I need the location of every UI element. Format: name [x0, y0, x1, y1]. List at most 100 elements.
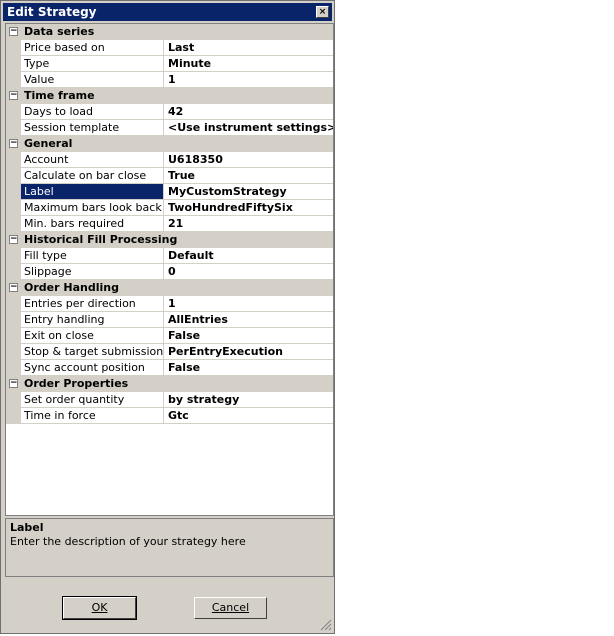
collapse-icon[interactable]: − — [9, 139, 18, 148]
category-row[interactable]: − Historical Fill Processing — [6, 232, 333, 248]
cancel-button[interactable]: Cancel — [194, 597, 267, 619]
property-value[interactable]: by strategy — [165, 392, 333, 407]
property-row[interactable]: Min. bars required 21 — [6, 216, 333, 232]
property-row[interactable]: Entries per direction 1 — [6, 296, 333, 312]
property-value[interactable]: <Use instrument settings> — [165, 120, 333, 135]
property-name[interactable]: Fill type — [21, 248, 164, 263]
property-row[interactable]: Value 1 — [6, 72, 333, 88]
property-row[interactable]: Account U618350 — [6, 152, 333, 168]
help-title: Label — [10, 521, 44, 534]
property-value[interactable]: 0 — [165, 264, 333, 279]
property-row[interactable]: Price based on Last — [6, 40, 333, 56]
category-label: General — [24, 137, 73, 150]
property-value[interactable]: 21 — [165, 216, 333, 231]
category-label: Historical Fill Processing — [24, 233, 178, 246]
collapse-icon[interactable]: − — [9, 235, 18, 244]
category-row[interactable]: − Order Handling — [6, 280, 333, 296]
collapse-icon[interactable]: − — [9, 283, 18, 292]
property-name[interactable]: Price based on — [21, 40, 164, 55]
ok-label: OK — [91, 601, 108, 614]
property-value[interactable]: Last — [165, 40, 333, 55]
category-row[interactable]: − General — [6, 136, 333, 152]
property-name[interactable]: Exit on close — [21, 328, 164, 343]
property-row[interactable]: Exit on close False — [6, 328, 333, 344]
property-row[interactable]: Slippage 0 — [6, 264, 333, 280]
property-value[interactable]: 1 — [165, 72, 333, 87]
ok-button[interactable]: OK — [62, 596, 137, 620]
property-row[interactable]: Entry handling AllEntries — [6, 312, 333, 328]
property-value[interactable]: 42 — [165, 104, 333, 119]
row-gutter — [6, 312, 21, 327]
property-name[interactable]: Min. bars required — [21, 216, 164, 231]
property-name[interactable]: Stop & target submission — [21, 344, 164, 359]
help-panel: Label Enter the description of your stra… — [5, 518, 334, 577]
category-row[interactable]: − Data series — [6, 24, 333, 40]
property-name[interactable]: Account — [21, 152, 164, 167]
property-name[interactable]: Entry handling — [21, 312, 164, 327]
property-row[interactable]: Type Minute — [6, 56, 333, 72]
row-gutter — [6, 296, 21, 311]
property-row[interactable]: Label MyCustomStrategy — [6, 184, 333, 200]
property-value[interactable]: False — [165, 360, 333, 375]
property-value[interactable]: MyCustomStrategy — [165, 184, 333, 199]
collapse-icon[interactable]: − — [9, 379, 18, 388]
property-name[interactable]: Time in force — [21, 408, 164, 423]
row-gutter — [6, 120, 21, 135]
property-row[interactable]: Set order quantity by strategy — [6, 392, 333, 408]
property-value[interactable]: AllEntries — [165, 312, 333, 327]
property-row[interactable]: Session template <Use instrument settings… — [6, 120, 333, 136]
row-gutter — [6, 408, 21, 423]
property-row[interactable]: Sync account position False — [6, 360, 333, 376]
property-row[interactable]: Maximum bars look back TwoHundredFiftySix — [6, 200, 333, 216]
row-gutter — [6, 104, 21, 119]
row-gutter — [6, 328, 21, 343]
category-label: Order Handling — [24, 281, 119, 294]
property-value[interactable]: U618350 — [165, 152, 333, 167]
property-value[interactable]: Minute — [165, 56, 333, 71]
close-icon[interactable]: × — [316, 6, 329, 18]
property-grid[interactable]: − Data series Price based on Last Type Minute… — [5, 23, 334, 516]
row-gutter — [6, 248, 21, 263]
property-name[interactable]: Entries per direction — [21, 296, 164, 311]
category-row[interactable]: − Order Properties — [6, 376, 333, 392]
property-value[interactable]: Default — [165, 248, 333, 263]
property-row[interactable]: Calculate on bar close True — [6, 168, 333, 184]
property-name[interactable]: Sync account position — [21, 360, 164, 375]
property-value[interactable]: False — [165, 328, 333, 343]
property-name[interactable]: Days to load — [21, 104, 164, 119]
row-gutter — [6, 216, 21, 231]
property-row[interactable]: Fill type Default — [6, 248, 333, 264]
property-value[interactable]: True — [165, 168, 333, 183]
property-value[interactable]: Gtc — [165, 408, 333, 423]
property-row[interactable]: Days to load 42 — [6, 104, 333, 120]
property-name[interactable]: Slippage — [21, 264, 164, 279]
category-row[interactable]: − Time frame — [6, 88, 333, 104]
collapse-icon[interactable]: − — [9, 91, 18, 100]
property-name[interactable]: Set order quantity — [21, 392, 164, 407]
category-label: Order Properties — [24, 377, 129, 390]
row-gutter — [6, 72, 21, 87]
window-title: Edit Strategy — [7, 5, 97, 19]
category-label: Time frame — [24, 89, 95, 102]
collapse-icon[interactable]: − — [9, 27, 18, 36]
resize-grip-icon[interactable] — [320, 619, 332, 631]
row-gutter — [6, 344, 21, 359]
edit-strategy-dialog: Edit Strategy × − Data series Price based … — [0, 0, 335, 634]
property-name[interactable]: Maximum bars look back — [21, 200, 164, 215]
property-name[interactable]: Value — [21, 72, 164, 87]
property-value[interactable]: PerEntryExecution — [165, 344, 333, 359]
row-gutter — [6, 168, 21, 183]
row-gutter — [6, 184, 21, 199]
row-gutter — [6, 200, 21, 215]
title-bar[interactable]: Edit Strategy × — [3, 3, 332, 21]
property-name[interactable]: Session template — [21, 120, 164, 135]
row-gutter — [6, 264, 21, 279]
property-name[interactable]: Calculate on bar close — [21, 168, 164, 183]
property-name[interactable]: Type — [21, 56, 164, 71]
row-gutter — [6, 152, 21, 167]
property-row[interactable]: Stop & target submission PerEntryExecutio… — [6, 344, 333, 360]
property-value[interactable]: TwoHundredFiftySix — [165, 200, 333, 215]
property-value[interactable]: 1 — [165, 296, 333, 311]
property-name[interactable]: Label — [21, 184, 164, 199]
property-row[interactable]: Time in force Gtc — [6, 408, 333, 424]
